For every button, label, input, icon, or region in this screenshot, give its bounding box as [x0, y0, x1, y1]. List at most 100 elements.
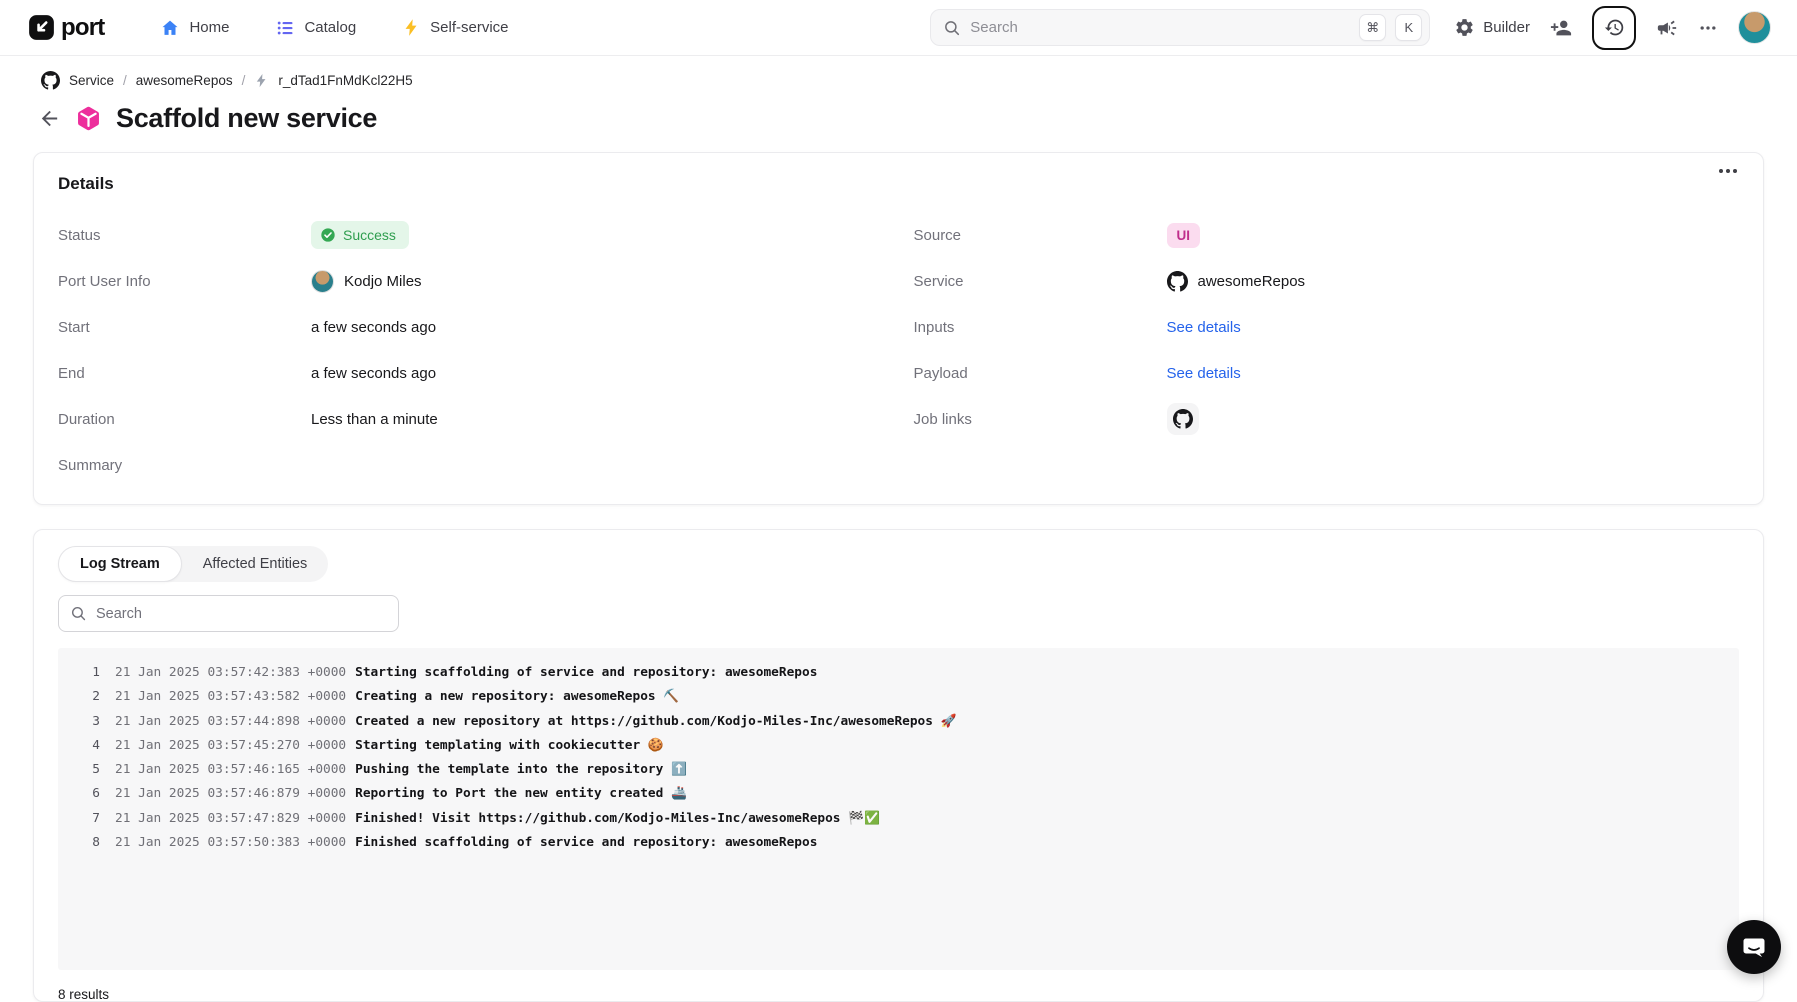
status-label: Status: [58, 227, 311, 244]
details-menu-button[interactable]: [1719, 169, 1737, 173]
tab-log-stream[interactable]: Log Stream: [58, 546, 182, 582]
tab-affected-entities[interactable]: Affected Entities: [182, 547, 329, 581]
log-timestamp: 21 Jan 2025 03:57:47:829 +0000: [115, 807, 346, 831]
log-message: Starting scaffolding of service and repo…: [355, 661, 817, 685]
more-menu-button[interactable]: [1698, 18, 1718, 38]
detail-row-inputs: Inputs See details: [914, 304, 1740, 350]
detail-row-source: Source UI: [914, 212, 1740, 258]
log-line-number: 5: [76, 758, 100, 782]
back-button[interactable]: [38, 107, 61, 130]
log-line: 4 21 Jan 2025 03:57:45:270 +0000 Startin…: [58, 734, 1739, 758]
breadcrumb-separator: /: [123, 73, 127, 88]
inputs-label: Inputs: [914, 319, 1167, 336]
log-line: 3 21 Jan 2025 03:57:44:898 +0000 Created…: [58, 710, 1739, 734]
breadcrumb-entity[interactable]: awesomeRepos: [136, 73, 233, 88]
breadcrumb: Service / awesomeRepos / r_dTad1FnMdKcl2…: [0, 56, 1797, 90]
results-count: 8 results: [58, 987, 1739, 1002]
log-timestamp: 21 Jan 2025 03:57:44:898 +0000: [115, 710, 346, 734]
catalog-icon: [275, 18, 295, 38]
breadcrumb-service[interactable]: Service: [69, 73, 114, 88]
page-header: Scaffold new service: [0, 90, 1797, 134]
detail-row-user: Port User Info Kodjo Miles: [58, 258, 884, 304]
k-keycap: K: [1395, 14, 1422, 41]
payload-see-details-link[interactable]: See details: [1167, 365, 1241, 382]
service-name[interactable]: awesomeRepos: [1198, 273, 1306, 290]
log-line: 5 21 Jan 2025 03:57:46:165 +0000 Pushing…: [58, 758, 1739, 782]
run-lightning-icon: [254, 73, 269, 88]
builder-button[interactable]: Builder: [1454, 17, 1530, 38]
log-line-number: 6: [76, 782, 100, 806]
log-timestamp: 21 Jan 2025 03:57:45:270 +0000: [115, 734, 346, 758]
global-search[interactable]: ⌘ K: [930, 9, 1430, 46]
log-stream[interactable]: 1 21 Jan 2025 03:57:42:383 +0000 Startin…: [58, 648, 1739, 970]
details-grid: Status Success Port User Info Kodjo Mile…: [58, 212, 1739, 488]
log-timestamp: 21 Jan 2025 03:57:46:879 +0000: [115, 782, 346, 806]
port-logo[interactable]: port: [28, 14, 104, 42]
detail-row-summary: Summary: [58, 442, 884, 488]
nav-catalog[interactable]: Catalog: [275, 18, 356, 38]
user-avatar[interactable]: [1738, 11, 1771, 44]
log-line-number: 8: [76, 831, 100, 855]
detail-row-end: End a few seconds ago: [58, 350, 884, 396]
source-label: Source: [914, 227, 1167, 244]
details-title: Details: [58, 174, 1739, 194]
log-timestamp: 21 Jan 2025 03:57:50:383 +0000: [115, 831, 346, 855]
joblinks-label: Job links: [914, 411, 1167, 428]
chat-launcher-button[interactable]: [1727, 920, 1781, 974]
breadcrumb-run-id[interactable]: r_dTad1FnMdKcl22H5: [278, 73, 412, 88]
start-label: Start: [58, 319, 311, 336]
log-line-number: 1: [76, 661, 100, 685]
detail-row-start: Start a few seconds ago: [58, 304, 884, 350]
detail-row-duration: Duration Less than a minute: [58, 396, 884, 442]
nav-home-label: Home: [189, 19, 229, 36]
duration-label: Duration: [58, 411, 311, 428]
invite-users-button[interactable]: [1550, 17, 1572, 39]
github-icon: [41, 71, 60, 90]
nav-home[interactable]: Home: [160, 18, 229, 38]
log-timestamp: 21 Jan 2025 03:57:43:582 +0000: [115, 685, 346, 709]
history-icon: [1604, 17, 1625, 38]
end-value: a few seconds ago: [311, 365, 436, 382]
log-search-input[interactable]: [96, 606, 387, 622]
details-right-column: Source UI Service awesomeRepos Inputs Se…: [914, 212, 1740, 488]
log-line-number: 4: [76, 734, 100, 758]
log-line: 2 21 Jan 2025 03:57:43:582 +0000 Creatin…: [58, 685, 1739, 709]
github-icon: [1173, 409, 1193, 429]
ellipsis-icon: [1698, 18, 1718, 38]
duration-value: Less than a minute: [311, 411, 438, 428]
log-line: 8 21 Jan 2025 03:57:50:383 +0000 Finishe…: [58, 831, 1739, 855]
announcements-button[interactable]: [1656, 17, 1678, 39]
details-left-column: Status Success Port User Info Kodjo Mile…: [58, 212, 884, 488]
log-message: Starting templating with cookiecutter 🍪: [355, 734, 664, 758]
nav-self-service-label: Self-service: [430, 19, 508, 36]
person-add-icon: [1550, 17, 1572, 39]
check-circle-icon: [320, 227, 336, 243]
log-search[interactable]: [58, 595, 399, 632]
github-icon: [1167, 271, 1188, 292]
inputs-see-details-link[interactable]: See details: [1167, 319, 1241, 336]
breadcrumb-separator: /: [242, 73, 246, 88]
job-link-github-button[interactable]: [1167, 403, 1199, 435]
detail-row-payload: Payload See details: [914, 350, 1740, 396]
log-line: 7 21 Jan 2025 03:57:47:829 +0000 Finishe…: [58, 807, 1739, 831]
global-search-input[interactable]: [970, 19, 1350, 36]
summary-label: Summary: [58, 457, 311, 474]
log-message: Pushing the template into the repository…: [355, 758, 687, 782]
log-timestamp: 21 Jan 2025 03:57:46:165 +0000: [115, 758, 346, 782]
nav-self-service[interactable]: Self-service: [402, 18, 508, 37]
runs-history-button[interactable]: [1592, 6, 1636, 50]
log-message: Created a new repository at https://gith…: [355, 710, 956, 734]
log-line-number: 3: [76, 710, 100, 734]
nav-catalog-label: Catalog: [304, 19, 356, 36]
log-message: Finished! Visit https://github.com/Kodjo…: [355, 807, 880, 831]
top-navbar: port Home Catalog Self-service ⌘ K: [0, 0, 1797, 56]
megaphone-icon: [1656, 17, 1678, 39]
start-value: a few seconds ago: [311, 319, 436, 336]
details-card: Details Status Success Port User Info: [33, 152, 1764, 505]
log-message: Reporting to Port the new entity created…: [355, 782, 687, 806]
status-badge: Success: [311, 221, 409, 249]
search-icon: [70, 605, 87, 622]
detail-row-joblinks: Job links: [914, 396, 1740, 442]
source-badge: UI: [1167, 223, 1201, 248]
lightning-icon: [402, 18, 421, 37]
